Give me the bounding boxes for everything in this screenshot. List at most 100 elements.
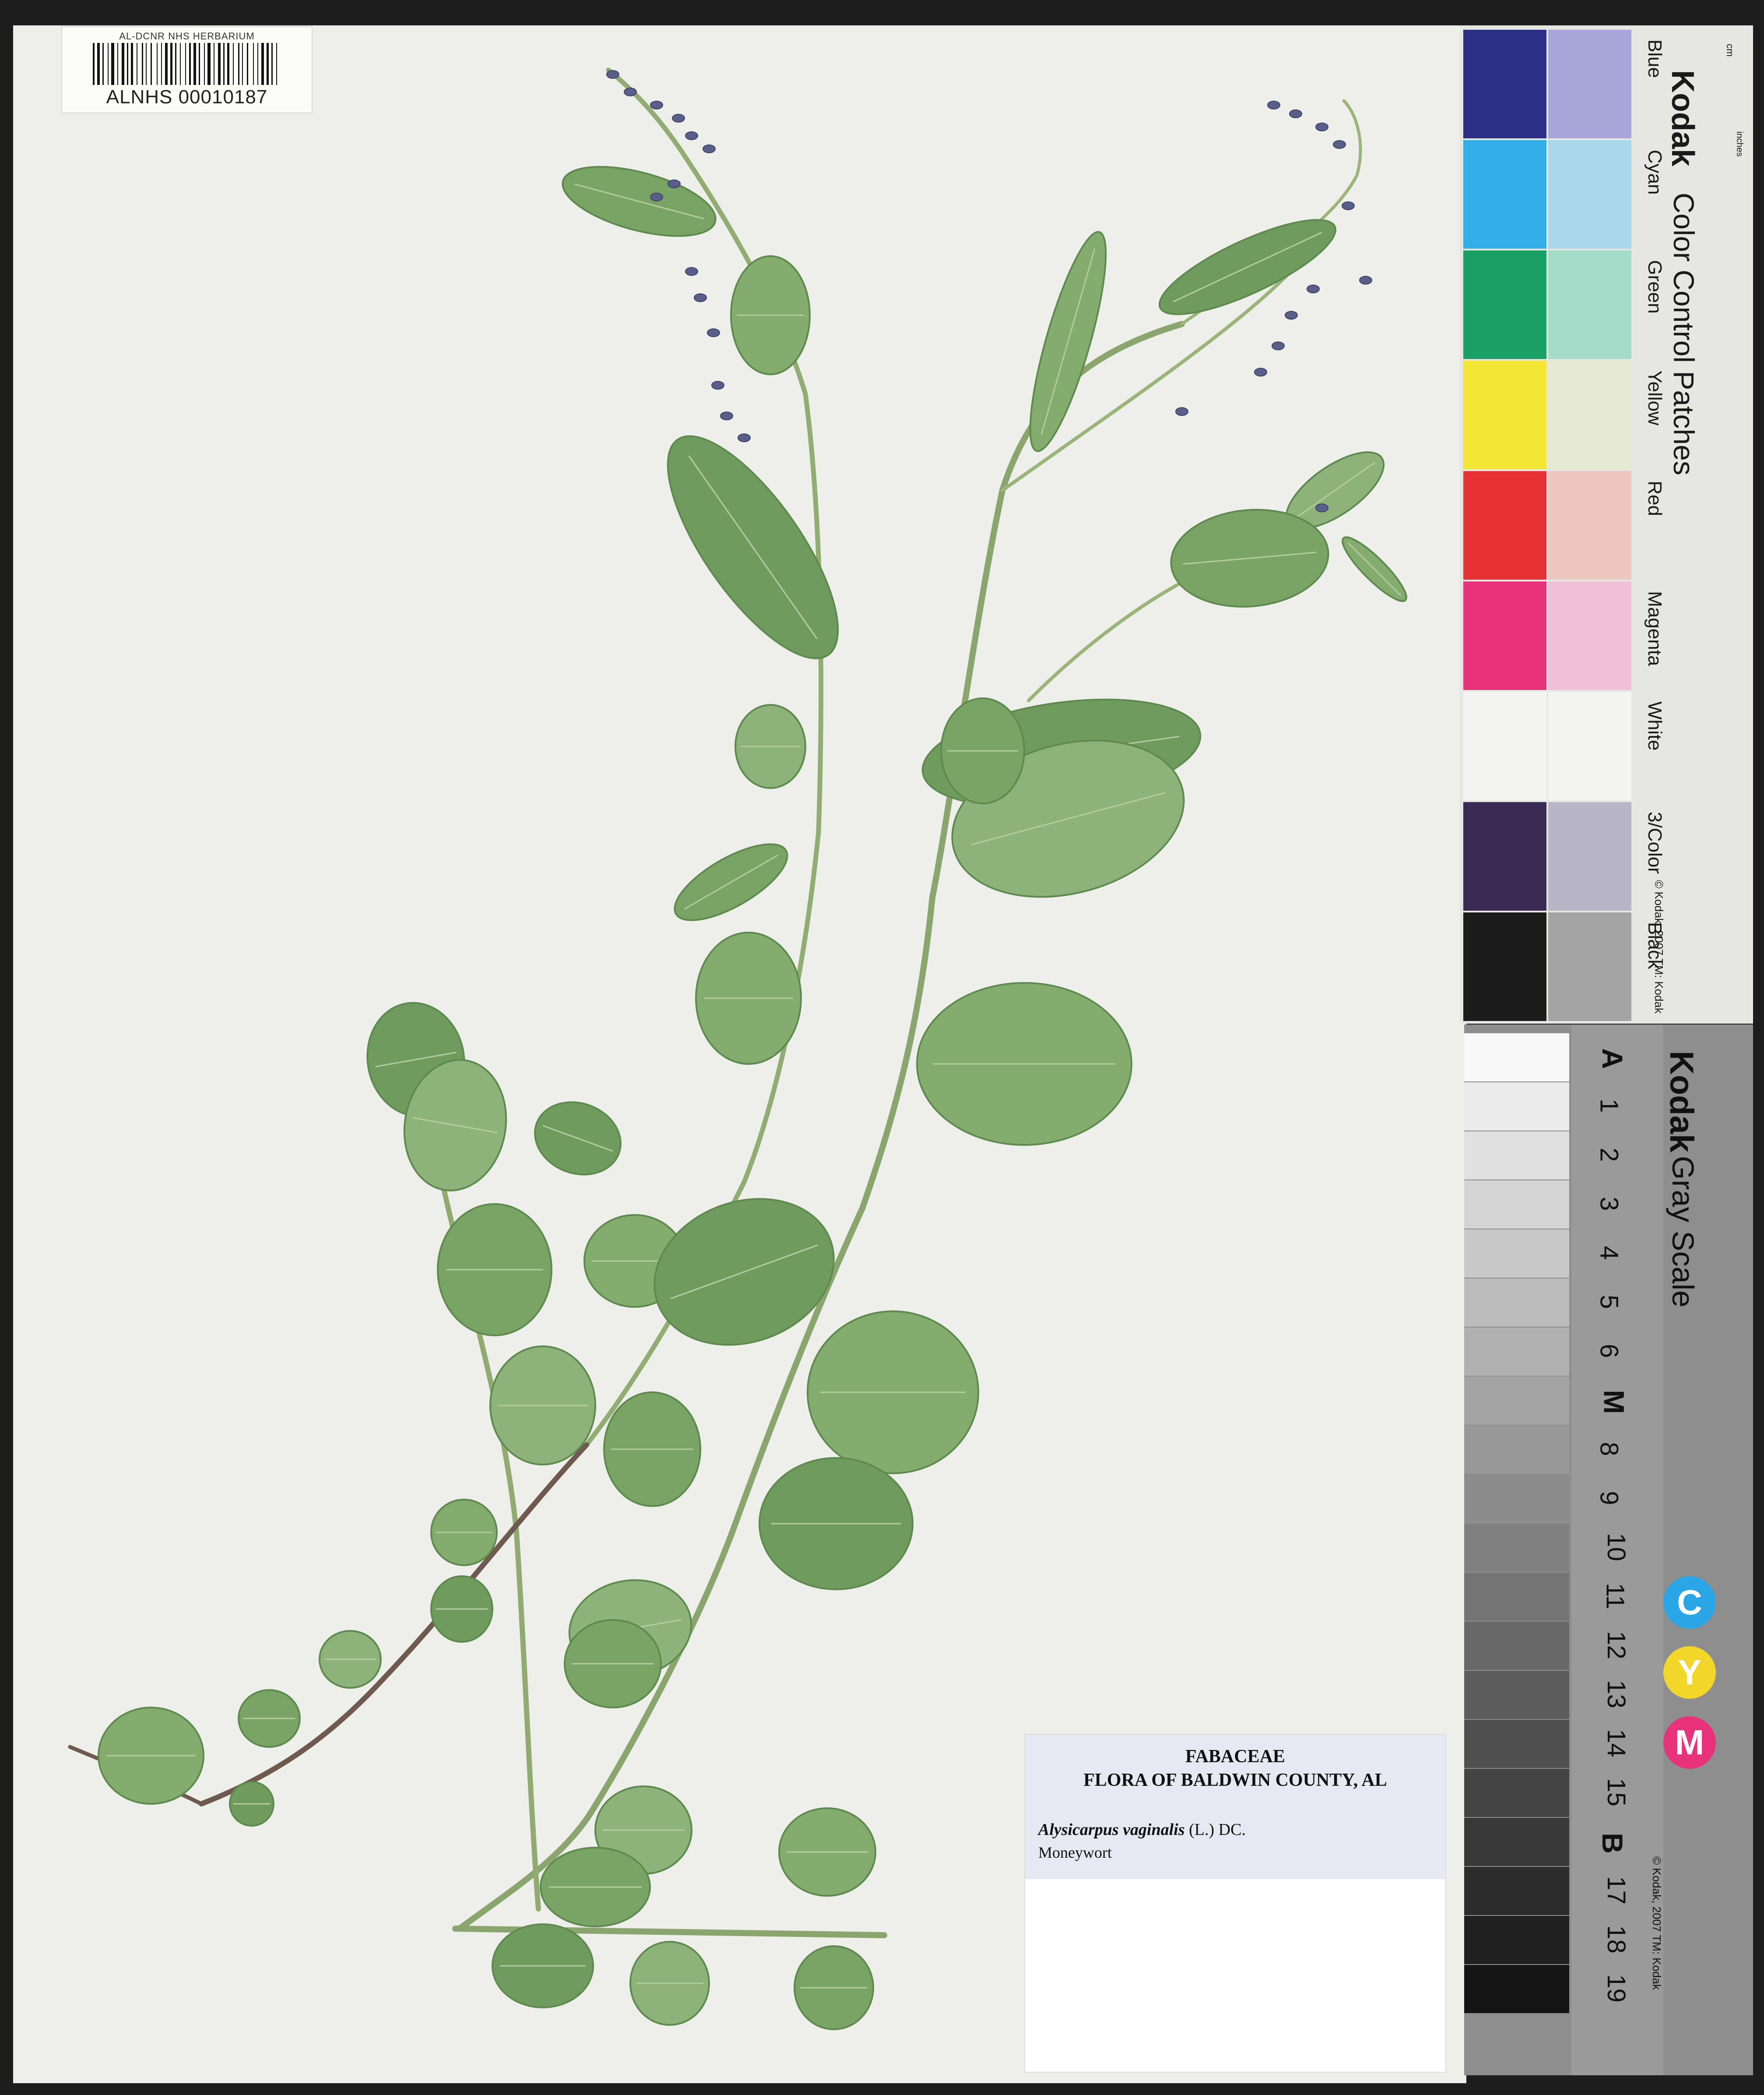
barcode-bar [175,43,176,85]
barcode-bar [131,43,133,85]
barcode-bar [108,43,109,85]
gray-patch [1464,1327,1569,1376]
color-patch [1463,30,1546,138]
flower-bud [1285,311,1298,320]
patch-name-label: Magenta [1644,591,1666,666]
color-card-title: Color Control Patches [1668,193,1700,475]
barcode-bar [267,43,269,85]
barcode-id: ALNHS 00010187 [106,86,268,108]
flower-bud [1315,504,1328,512]
barcode-title: AL-DCNR NHS HERBARIUM [119,31,255,42]
gray-step-label: 1 [1595,1099,1623,1113]
gray-patch [1464,1033,1569,1081]
gray-step-label: M [1598,1390,1630,1414]
flower-bud [707,328,720,337]
family-name: FABACEAE [1185,1746,1285,1767]
patch-name-label: White [1644,701,1666,751]
color-tint-patch [1548,140,1631,249]
barcode-bar [253,43,254,85]
specimen-label-header: FABACEAE FLORA OF BALDWIN COUNTY, AL Aly… [1025,1735,1445,1879]
gray-step-label: B [1596,1833,1629,1854]
barcode-bar [223,43,225,85]
flower-bud [720,412,733,420]
flower-bud [1289,109,1302,118]
gray-patch [1464,1229,1569,1278]
flower-bud [1272,342,1285,350]
herbarium-specimen-scene: AL-DCNR NHS HERBARIUM ALNHS 00010187 FAB… [0,0,1764,2095]
specimen-label: FABACEAE FLORA OF BALDWIN COUNTY, AL Aly… [1024,1734,1446,2073]
patch-name-label: Green [1644,260,1666,314]
color-tint-patch [1548,361,1631,469]
color-card-text: Kodak Color Control Patches © Kodak, 200… [1639,26,1744,1020]
barcode-bar [193,43,196,85]
gray-step-label: 14 [1602,1729,1630,1757]
barcode-bar [161,43,162,85]
flower-bud [606,70,619,79]
gray-step-label: 9 [1595,1491,1623,1505]
barcode-bar [189,43,191,85]
ruler-unit-cm: cm [1725,44,1736,57]
color-tint-patch [1548,912,1631,1021]
gray-patch [1464,1720,1569,1768]
gray-patch [1464,1573,1569,1621]
flower-bud [685,267,698,276]
gray-step-label: 8 [1595,1442,1623,1456]
cym-dot: M [1663,1716,1716,1769]
flower-bud [650,101,663,109]
gray-patch [1464,1082,1569,1130]
barcode-bar [199,43,200,85]
flower-bud [1315,123,1328,131]
patch-name-label: Black [1644,922,1666,969]
gray-patch [1464,1818,1569,1866]
color-card-brand: Kodak [1665,70,1700,167]
barcode-bar [117,43,118,85]
flower-bud [1267,101,1280,109]
flower-bud [672,114,685,123]
barcode-bar [261,43,264,85]
barcode [93,43,277,85]
barcode-bar [157,43,158,85]
barcode-bar [238,43,239,85]
color-patch [1463,802,1546,911]
barcode-bar [247,43,248,85]
gray-step-label: 11 [1601,1583,1630,1609]
gray-step-label: 5 [1595,1295,1623,1309]
barcode-bar [93,43,95,85]
color-patch [1463,581,1546,690]
scientific-name: Alysicarpus vaginalis [1038,1820,1185,1839]
scientific-name-line: Alysicarpus vaginalis (L.) DC. [1038,1820,1246,1839]
gray-patch [1464,1965,1569,2013]
gray-step-label: 3 [1595,1197,1623,1211]
author-citation: (L.) DC. [1189,1820,1246,1839]
gray-step-label: A [1596,1048,1629,1069]
gray-patch [1464,1131,1569,1180]
gray-step-label: 12 [1602,1631,1630,1659]
gray-step-label: 4 [1595,1246,1623,1260]
gray-step-label: 19 [1602,1974,1630,2003]
gray-card-title: Gray Scale [1666,1156,1700,1308]
gray-step-label: 15 [1602,1778,1630,1806]
leaf-midrib [1347,542,1402,596]
color-tint-patch [1548,30,1631,138]
barcode-bar [185,43,186,85]
color-tint-patch [1548,802,1631,911]
cym-dot: Y [1663,1646,1716,1699]
flower-bud [650,193,663,201]
gray-patch [1464,1622,1569,1670]
gray-patch [1464,1278,1569,1327]
gray-card-brand: Kodak [1663,1051,1700,1153]
gray-step-label: 6 [1595,1344,1623,1358]
flower-bud [1307,285,1320,293]
barcode-bar [102,43,104,85]
barcode-bar [127,43,128,85]
barcode-bar [242,43,243,85]
gray-patch [1464,1769,1569,1817]
flower-bud [1342,201,1355,210]
color-patch [1463,912,1546,1021]
gray-patch [1464,1377,1569,1425]
gray-step-label: 17 [1602,1876,1630,1905]
barcode-bar [180,43,181,85]
color-patch [1463,692,1546,800]
flower-bud [1175,407,1188,416]
flora-title: FLORA OF BALDWIN COUNTY, AL [1083,1770,1387,1790]
